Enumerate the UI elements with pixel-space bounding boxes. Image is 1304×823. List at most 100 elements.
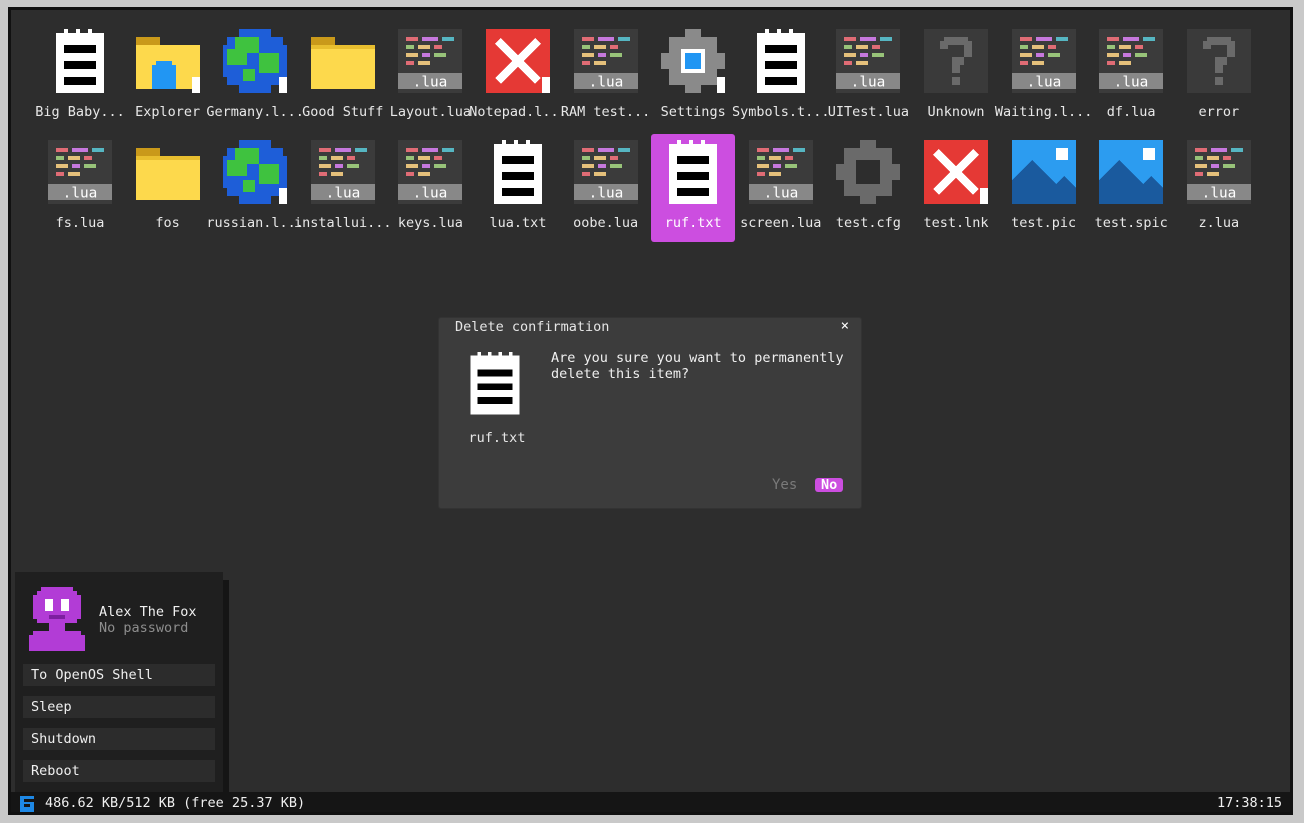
lua-file-icon: .lua <box>310 140 375 204</box>
desktop-icon[interactable]: .lua keys.lua <box>388 134 472 242</box>
lua-file-icon: .lua <box>573 29 638 93</box>
desktop-icon[interactable]: .lua oobe.lua <box>564 134 648 242</box>
desktop-icon-label: Symbols.t... <box>732 104 830 120</box>
desktop-icon-label: z.lua <box>1198 215 1240 231</box>
desktop-icon[interactable]: .lua screen.lua <box>739 134 823 242</box>
delete-confirmation-dialog: Delete confirmation × ruf.txt Are you su… <box>439 318 861 508</box>
desktop-icon-label: Settings <box>660 104 726 120</box>
svg-text:.lua: .lua <box>325 186 360 202</box>
svg-text:.lua: .lua <box>1026 75 1061 91</box>
screen: Big Baby... Explorer Germany.l... Good Stuf… <box>8 7 1293 815</box>
svg-text:.lua: .lua <box>763 186 798 202</box>
desktop-icon-label: russian.l... <box>206 215 304 231</box>
memory-status: 486.62 KB/512 KB (free 25.37 KB) <box>45 795 306 811</box>
desktop-icon-label: Explorer <box>135 104 201 120</box>
desktop-icon-label: RAM test... <box>560 104 651 120</box>
os-logo-icon[interactable] <box>20 796 34 812</box>
desktop-icon[interactable]: .lua RAM test... <box>561 23 650 131</box>
desktop-icon-label: lua.txt <box>489 215 547 231</box>
desktop-icon[interactable]: ruf.txt <box>651 134 736 242</box>
user-avatar-icon <box>29 586 85 652</box>
desktop-icon[interactable]: Unknown <box>914 23 998 131</box>
unknown-question-icon <box>924 29 988 93</box>
globe-icon <box>223 29 288 93</box>
desktop-icon-label: ruf.txt <box>664 215 722 231</box>
lua-file-icon: .lua <box>398 140 463 204</box>
desktop-icon[interactable]: .lua z.lua <box>1177 134 1261 242</box>
menu-item-reboot[interactable]: Reboot <box>23 760 215 782</box>
desktop-icon-label: test.lnk <box>923 215 989 231</box>
desktop-icon[interactable]: .lua fs.lua <box>38 134 122 242</box>
text-file-icon <box>749 29 813 93</box>
desktop-icon-label: test.spic <box>1094 215 1168 231</box>
desktop-icon[interactable]: .lua installui... <box>294 134 392 242</box>
svg-text:.lua: .lua <box>588 75 623 91</box>
desktop-icon[interactable]: test.spic <box>1089 134 1173 242</box>
desktop-icon-label: Waiting.l... <box>994 104 1093 120</box>
desktop-icon[interactable]: russian.l... <box>206 134 304 242</box>
desktop-icon[interactable]: .lua df.lua <box>1089 23 1173 131</box>
desktop-icon[interactable]: error <box>1177 23 1261 131</box>
dialog-message: Are you sure you want to permanently del… <box>551 350 844 382</box>
desktop-icon[interactable]: lua.txt <box>476 134 560 242</box>
clock: 17:38:15 <box>1216 795 1282 811</box>
desktop-icon-label: Notepad.l... <box>469 104 567 120</box>
desktop-icon[interactable]: test.pic <box>1002 134 1086 242</box>
lua-file-icon: .lua <box>398 29 463 93</box>
desktop-icon-label: UITest.lua <box>827 104 910 120</box>
desktop-icon-label: df.lua <box>1106 104 1156 120</box>
desktop-icon[interactable]: Symbols.t... <box>732 23 830 131</box>
text-file-icon <box>486 140 550 204</box>
desktop-icon[interactable]: .lua Layout.lua <box>388 23 472 131</box>
desktop-icon-label: test.cfg <box>835 215 901 231</box>
svg-text:.lua: .lua <box>1201 186 1236 202</box>
svg-text:.lua: .lua <box>413 75 448 91</box>
lua-file-icon: .lua <box>1011 29 1076 93</box>
folder-app-icon <box>135 29 200 93</box>
desktop-icon-label: Unknown <box>927 104 985 120</box>
desktop-icon[interactable]: test.lnk <box>914 134 998 242</box>
settings-gear-icon <box>661 29 726 93</box>
desktop-icon[interactable]: .lua UITest.lua <box>826 23 910 131</box>
desktop-icon[interactable]: Notepad.l... <box>469 23 567 131</box>
desktop-icon[interactable]: Big Baby... <box>35 23 125 131</box>
desktop-icon[interactable]: Settings <box>651 23 735 131</box>
config-gear-icon <box>836 140 901 204</box>
menu-item-shutdown[interactable]: Shutdown <box>23 728 215 750</box>
desktop-icon-label: Layout.lua <box>389 104 472 120</box>
dialog-title: Delete confirmation <box>455 319 610 335</box>
lua-file-icon: .lua <box>573 140 638 204</box>
desktop-icon[interactable]: Good Stuff <box>301 23 385 131</box>
desktop-icon-label: Big Baby... <box>35 104 125 120</box>
desktop-icon-label: Good Stuff <box>302 104 384 120</box>
yes-button[interactable]: Yes <box>772 477 797 493</box>
menu-item-openos-shell[interactable]: To OpenOS Shell <box>23 664 215 686</box>
close-icon[interactable]: × <box>841 318 849 334</box>
text-file-icon <box>48 29 112 93</box>
svg-text:.lua: .lua <box>63 186 98 202</box>
menu-item-sleep[interactable]: Sleep <box>23 696 215 718</box>
no-button[interactable]: No <box>815 478 844 492</box>
desktop-icon-label: screen.lua <box>740 215 822 231</box>
desktop-icon[interactable]: fos <box>126 134 210 242</box>
globe-icon <box>223 140 288 204</box>
desktop-icon-label: keys.lua <box>397 215 463 231</box>
lua-file-icon: .lua <box>748 140 813 204</box>
text-file-icon <box>467 352 523 418</box>
desktop-icon[interactable]: .lua Waiting.l... <box>995 23 1092 131</box>
desktop-icon-label: fs.lua <box>55 215 105 231</box>
user-name: Alex The Fox <box>99 604 197 620</box>
lua-file-icon: .lua <box>1099 29 1164 93</box>
lua-file-icon: .lua <box>1186 140 1251 204</box>
menu-shadow <box>223 580 229 805</box>
status-bar: 486.62 KB/512 KB (free 25.37 KB) 17:38:1… <box>11 792 1290 812</box>
svg-text:.lua: .lua <box>588 186 623 202</box>
picture-icon <box>1011 140 1076 204</box>
unknown-question-icon <box>1186 29 1251 93</box>
lua-file-icon: .lua <box>48 140 112 204</box>
svg-text:.lua: .lua <box>1114 75 1149 91</box>
desktop-icon-label: error <box>1198 104 1240 120</box>
desktop-icon[interactable]: test.cfg <box>826 134 910 242</box>
desktop-icon[interactable]: Explorer <box>126 23 210 131</box>
desktop-icon[interactable]: Germany.l... <box>206 23 304 131</box>
